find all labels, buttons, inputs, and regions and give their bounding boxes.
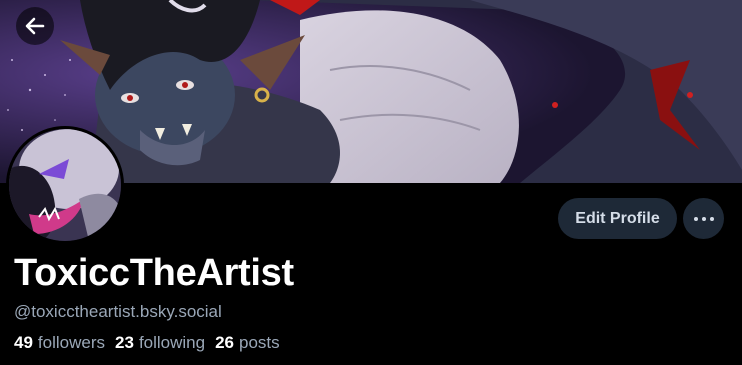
following-label: following	[138, 333, 206, 352]
posts-stat: 26 posts	[215, 333, 280, 353]
edit-profile-label: Edit Profile	[575, 209, 660, 227]
ellipsis-icon	[692, 216, 716, 221]
profile-page: Edit Profile ToxiccTheArtist @toxiccthea…	[0, 0, 742, 365]
profile-stats: 49 followers 23 following 26 posts	[14, 333, 280, 353]
following-count: 23	[115, 333, 134, 352]
followers-count: 49	[14, 333, 33, 352]
profile-handle[interactable]: @toxicctheartist.bsky.social	[14, 302, 222, 322]
avatar[interactable]	[6, 126, 124, 244]
followers-stat[interactable]: 49 followers	[14, 333, 105, 353]
followers-label: followers	[37, 333, 106, 352]
posts-count: 26	[215, 333, 235, 352]
edit-profile-button[interactable]: Edit Profile	[558, 198, 677, 239]
back-button[interactable]	[16, 7, 54, 45]
arrow-left-icon	[25, 17, 45, 35]
posts-label: posts	[239, 333, 280, 352]
following-stat[interactable]: 23 following	[115, 333, 205, 353]
more-options-button[interactable]	[683, 198, 724, 239]
avatar-image	[9, 129, 121, 241]
display-name: ToxiccTheArtist	[14, 252, 294, 294]
